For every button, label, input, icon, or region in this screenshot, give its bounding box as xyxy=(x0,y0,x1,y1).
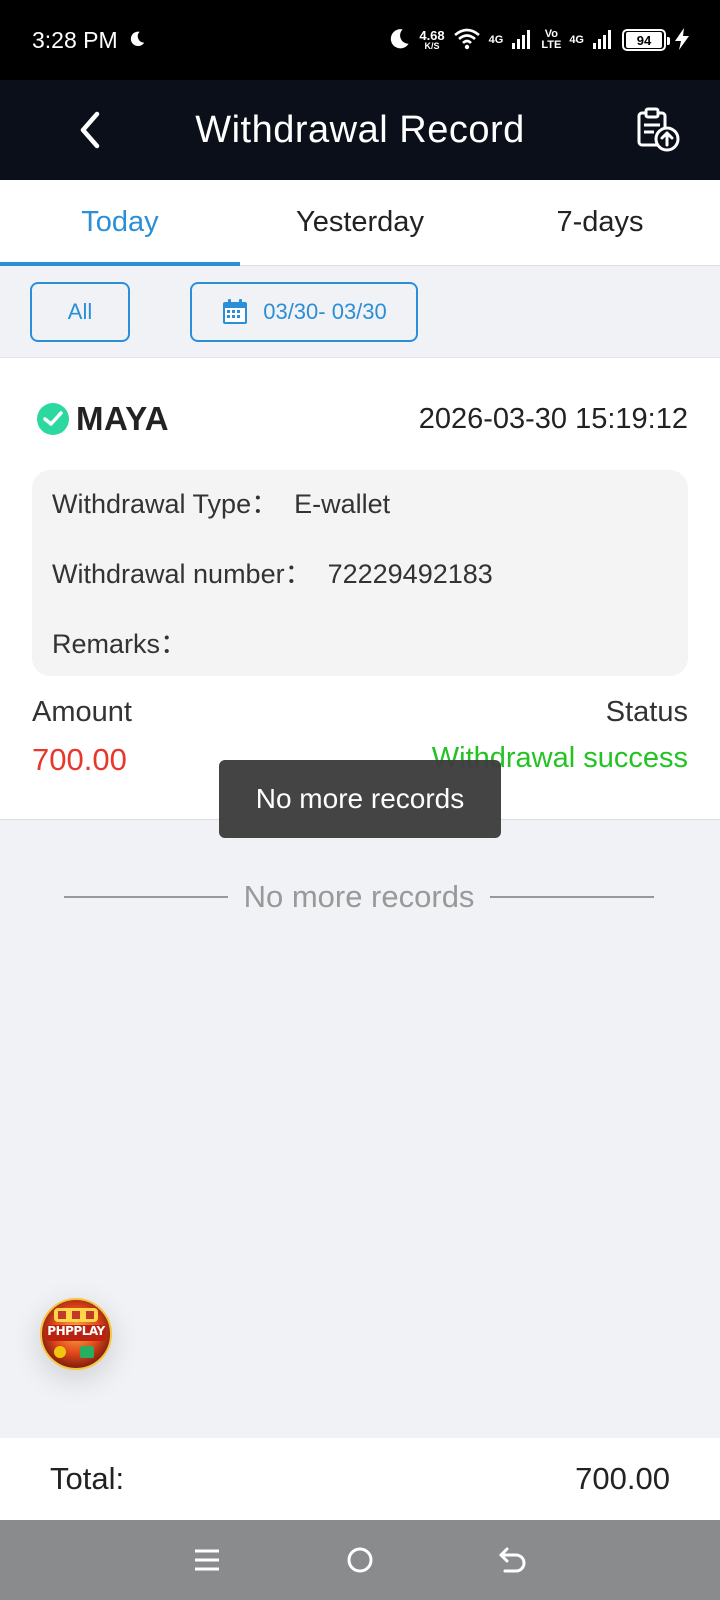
filter-row: All 03/30- 03/30 xyxy=(0,266,720,358)
toast-message: No more records xyxy=(219,760,501,838)
record-details: Withdrawal Type： E-wallet Withdrawal numb… xyxy=(32,470,688,676)
divider-right xyxy=(490,896,655,898)
remarks-label: Remarks： xyxy=(52,629,188,659)
tab-today[interactable]: Today xyxy=(0,180,240,266)
clipboard-upload-icon xyxy=(637,107,680,152)
back-arrow-icon xyxy=(499,1547,526,1573)
home-button[interactable] xyxy=(330,1530,390,1590)
page-title: Withdrawal Record xyxy=(195,108,525,151)
end-of-list-text: No more records xyxy=(243,879,475,914)
sim1-label: 4G xyxy=(488,33,504,46)
signal-icon xyxy=(511,28,533,53)
home-circle-icon xyxy=(347,1547,373,1573)
battery-level: 94 xyxy=(626,32,662,48)
record-header: MAYA 2026-03-30 15:19:12 xyxy=(36,394,688,444)
status-bar: 3:28 PM 4.68 K/S 4G Vo LTE 4G 94 xyxy=(0,0,720,80)
moon-icon xyxy=(128,27,146,54)
total-bar: Total: 700.00 xyxy=(0,1438,720,1520)
withdrawal-number-row: Withdrawal number： 72229492183 xyxy=(52,556,668,626)
signal-icon xyxy=(592,28,614,53)
chevron-left-icon xyxy=(80,111,100,149)
amount-label: Amount xyxy=(32,696,132,728)
volte-label: Vo LTE xyxy=(541,29,561,51)
recent-apps-button[interactable] xyxy=(177,1530,237,1590)
amount-value: 700.00 xyxy=(32,742,127,777)
payment-brand: MAYA xyxy=(36,400,169,438)
calendar-icon xyxy=(223,298,248,324)
withdrawal-type-row: Withdrawal Type： E-wallet xyxy=(52,486,668,556)
remarks-row: Remarks： xyxy=(52,626,668,696)
withdrawal-number-label: Withdrawal number： xyxy=(52,559,312,589)
back-nav-button[interactable] xyxy=(483,1530,543,1590)
float-logo-text: PHPPLAY xyxy=(47,1324,105,1338)
wifi-icon xyxy=(453,28,481,53)
date-range-button[interactable]: 03/30- 03/30 xyxy=(190,281,418,342)
tab-yesterday[interactable]: Yesterday xyxy=(240,180,480,265)
record-datetime: 2026-03-30 15:19:12 xyxy=(418,402,688,435)
back-button[interactable] xyxy=(62,102,118,158)
filter-all-button[interactable]: All xyxy=(30,281,130,342)
date-tabs: Today Yesterday 7-days xyxy=(0,180,720,266)
tab-7-days[interactable]: 7-days xyxy=(480,180,720,265)
upload-record-button[interactable] xyxy=(630,102,686,158)
volte-bottom: LTE xyxy=(541,39,562,51)
moon-icon xyxy=(387,27,411,54)
system-nav-bar xyxy=(0,1520,720,1600)
status-label: Status xyxy=(605,696,688,728)
net-speed-unit: K/S xyxy=(424,41,440,51)
total-label: Total: xyxy=(50,1461,125,1496)
end-of-list: No more records xyxy=(64,872,655,922)
date-range-label: 03/30- 03/30 xyxy=(263,298,387,324)
withdrawal-type-value: E-wallet xyxy=(294,489,391,519)
status-right: 4.68 K/S 4G Vo LTE 4G 94 xyxy=(387,27,690,54)
clock: 3:28 PM xyxy=(32,26,118,53)
brand-name: MAYA xyxy=(76,400,170,437)
withdrawal-number-value: 72229492183 xyxy=(327,559,493,589)
sim2-label: 4G xyxy=(569,33,584,46)
total-value: 700.00 xyxy=(575,1461,670,1496)
floating-app-logo[interactable]: PHPPLAY xyxy=(40,1298,112,1370)
status-left: 3:28 PM xyxy=(32,27,146,54)
charging-icon xyxy=(674,27,690,53)
maya-logo-icon xyxy=(37,403,69,435)
app-header: Withdrawal Record xyxy=(0,80,720,180)
divider-left xyxy=(64,896,228,898)
withdrawal-record-card[interactable]: MAYA 2026-03-30 15:19:12 Withdrawal Type… xyxy=(0,358,720,820)
battery-icon: 94 xyxy=(622,29,670,51)
net-speed: 4.68 K/S xyxy=(419,29,444,51)
withdrawal-type-label: Withdrawal Type： xyxy=(52,489,279,519)
menu-icon xyxy=(194,1549,219,1571)
